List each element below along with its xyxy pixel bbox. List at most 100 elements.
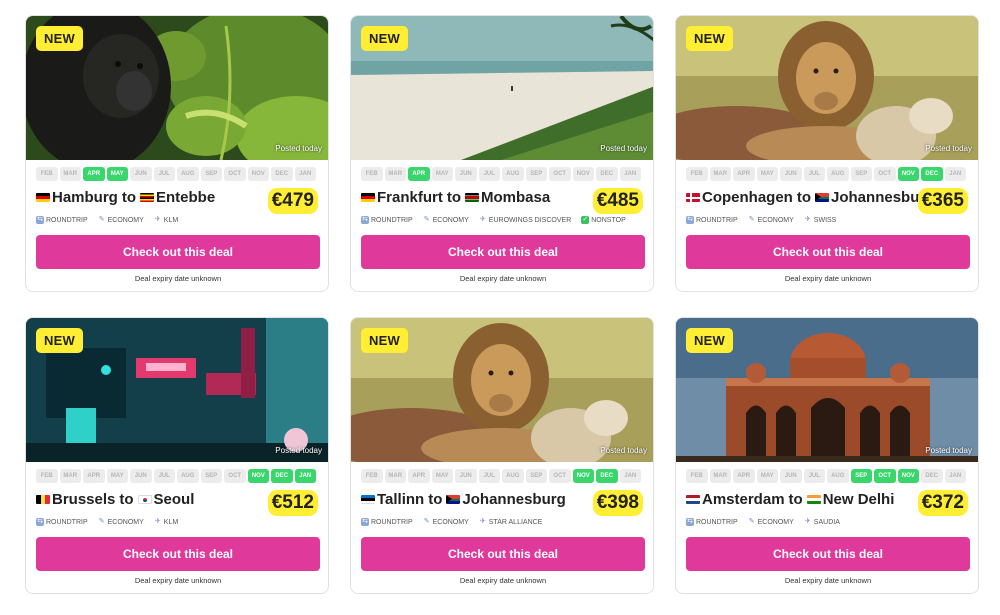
month-chip-jun: JUN <box>780 167 802 181</box>
tag-roundtrip: ⇆ ROUNDTRIP <box>361 216 413 224</box>
month-chip-feb: FEB <box>36 469 58 483</box>
check-out-deal-button[interactable]: Check out this deal <box>361 537 645 571</box>
month-chip-dec: DEC <box>596 167 618 181</box>
origin-city: Hamburg <box>52 189 118 206</box>
expiry-note: Deal expiry date unknown <box>134 576 222 585</box>
route-title: Copenhagen to Johannesburg <box>686 189 934 206</box>
expiry-note: Deal expiry date unknown <box>459 274 547 283</box>
route-title: Frankfurt to Mombasa <box>361 189 550 206</box>
check-out-deal-button[interactable]: Check out this deal <box>36 235 320 269</box>
month-chip-sep: SEP <box>525 469 547 483</box>
flag-dk-icon <box>686 193 700 202</box>
month-chip-may: MAY <box>431 469 453 483</box>
new-badge: NEW <box>686 26 733 51</box>
tag-roundtrip: ⇆ ROUNDTRIP <box>361 518 413 526</box>
month-chip-jul: JUL <box>153 167 175 181</box>
month-chip-jul: JUL <box>803 469 825 483</box>
month-chip-may: MAY <box>431 167 453 181</box>
month-chip-jan: JAN <box>944 469 966 483</box>
origin-city: Tallinn <box>377 491 425 508</box>
deal-card-copenhagen-johannesburg[interactable]: Posted today NEW FEB MAR APR MAY JUN JUL AUG SE… <box>675 15 979 292</box>
month-chip-jan: JAN <box>294 469 316 483</box>
month-chip-jul: JUL <box>478 167 500 181</box>
deal-tags: ⇆ ROUNDTRIP ✎ ECONOMY ✈ KLM <box>36 518 178 526</box>
month-chip-dec: DEC <box>921 469 943 483</box>
new-badge: NEW <box>361 26 408 51</box>
month-chip-jun: JUN <box>130 167 152 181</box>
month-chip-sep: SEP <box>200 167 222 181</box>
month-chip-may: MAY <box>756 167 778 181</box>
plane-icon: ✈ <box>154 216 161 223</box>
tag-roundtrip: ⇆ ROUNDTRIP <box>686 216 738 224</box>
deal-card-brussels-seoul[interactable]: Posted today NEW FEB MAR APR MAY JUN JUL AUG SE… <box>25 317 329 594</box>
tag-label: ECONOMY <box>432 518 469 526</box>
check-out-deal-button[interactable]: Check out this deal <box>686 235 970 269</box>
month-chip-oct: OCT <box>224 167 246 181</box>
flag-kr-icon <box>137 495 152 504</box>
check-out-deal-button[interactable]: Check out this deal <box>686 537 970 571</box>
month-chip-mar: MAR <box>59 469 81 483</box>
deal-card-frankfurt-mombasa[interactable]: Posted today NEW FEB MAR APR MAY JUN JUL AUG SE… <box>350 15 654 292</box>
check-out-deal-button[interactable]: Check out this deal <box>36 537 320 571</box>
deal-card-amsterdam-new-delhi[interactable]: Posted today NEW FEB MAR APR MAY JUN JUL AUG SE… <box>675 317 979 594</box>
month-chip-nov: NOV <box>247 469 269 483</box>
new-badge: NEW <box>36 26 83 51</box>
origin-city: Frankfurt <box>377 189 443 206</box>
month-chip-feb: FEB <box>686 167 708 181</box>
tag-economy: ✎ ECONOMY <box>423 518 469 526</box>
posted-date-label: Posted today <box>925 446 972 455</box>
route-joiner: to <box>446 189 462 206</box>
flag-za-icon <box>815 193 830 202</box>
month-chip-nov: NOV <box>247 167 269 181</box>
month-chip-nov: NOV <box>897 469 919 483</box>
price-badge: €398 <box>592 490 643 516</box>
check-icon: ✓ <box>581 216 590 224</box>
plane-icon: ✈ <box>804 518 811 525</box>
tag-star-alliance: ✈ STAR ALLIANCE <box>479 518 543 526</box>
tag-label: ROUNDTRIP <box>46 518 88 526</box>
month-chip-jul: JUL <box>153 469 175 483</box>
month-chip-dec: DEC <box>271 167 293 181</box>
tag-klm: ✈ KLM <box>154 518 178 526</box>
expiry-note: Deal expiry date unknown <box>134 274 222 283</box>
month-chip-feb: FEB <box>361 469 383 483</box>
month-chip-sep: SEP <box>200 469 222 483</box>
plane-icon: ✈ <box>804 216 811 223</box>
month-chip-mar: MAR <box>59 167 81 181</box>
month-chip-apr: APR <box>83 167 105 181</box>
month-chip-jan: JAN <box>619 469 641 483</box>
month-chip-aug: AUG <box>502 167 524 181</box>
posted-date-label: Posted today <box>925 144 972 153</box>
tag-label: KLM <box>163 216 179 224</box>
posted-date-label: Posted today <box>275 446 322 455</box>
deal-tags: ⇆ ROUNDTRIP ✎ ECONOMY ✈ KLM <box>36 216 178 224</box>
month-chip-mar: MAR <box>709 167 731 181</box>
flag-de-icon <box>361 193 375 202</box>
route-joiner: to <box>119 491 134 508</box>
month-chip-jun: JUN <box>780 469 802 483</box>
deal-card-tallinn-johannesburg[interactable]: Posted today NEW FEB MAR APR MAY JUN JUL AUG SE… <box>350 317 654 594</box>
tag-label: ECONOMY <box>107 216 144 224</box>
route-joiner: to <box>788 491 803 508</box>
check-out-deal-button[interactable]: Check out this deal <box>361 235 645 269</box>
tag-label: SAUDIA <box>813 518 840 526</box>
tag-economy: ✎ ECONOMY <box>423 216 469 224</box>
month-chip-aug: AUG <box>827 167 849 181</box>
posted-date-label: Posted today <box>275 144 322 153</box>
flag-in-icon <box>806 495 821 504</box>
tag-nonstop: ✓ NONSTOP <box>581 216 626 224</box>
flag-nl-icon <box>686 495 700 504</box>
month-chip-dec: DEC <box>921 167 943 181</box>
seat-icon: ✎ <box>423 518 430 525</box>
route-joiner: to <box>796 189 812 206</box>
price-badge: €372 <box>917 490 968 516</box>
month-chip-jul: JUL <box>803 167 825 181</box>
route-joiner: to <box>121 189 137 206</box>
tag-label: EUROWINGS DISCOVER <box>488 216 572 224</box>
new-badge: NEW <box>361 328 408 353</box>
tag-label: SWISS <box>813 216 837 224</box>
tag-roundtrip: ⇆ ROUNDTRIP <box>36 518 88 526</box>
deal-card-hamburg-entebbe[interactable]: Posted today NEW FEB MAR APR MAY JUN JUL AUG SE… <box>25 15 329 292</box>
deal-tags: ⇆ ROUNDTRIP ✎ ECONOMY ✈ SWISS <box>686 216 836 224</box>
route-title: Tallinn to Johannesburg <box>361 491 566 508</box>
